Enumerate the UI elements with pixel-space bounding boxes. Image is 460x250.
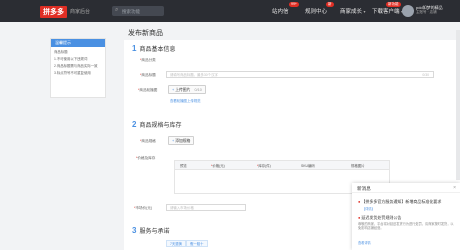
table-header-preview: 预览 — [180, 164, 187, 168]
tip-card-title: 温馨提示 — [51, 39, 105, 47]
pinduoduo-logo[interactable]: 拼多多 — [40, 6, 67, 18]
market-price-input[interactable]: 请输入市场价格 — [166, 204, 246, 211]
nav-rules-center[interactable]: 规则中心 新 — [305, 2, 334, 15]
search-box[interactable]: ⌕ — [112, 6, 164, 16]
plus-icon: + — [172, 88, 175, 92]
market-price-placeholder: 请输入市场价格 — [170, 206, 194, 210]
popup-detail-link[interactable]: 查看详情 — [358, 240, 371, 245]
sku-label: *价格及库存 — [136, 156, 156, 160]
nav-merchant-growth[interactable]: 商家成长 ▾ — [340, 7, 366, 15]
image-label: *商品轮播图 — [138, 88, 158, 92]
rules-new-badge: 新 — [326, 2, 334, 7]
nav-download-client[interactable]: 下载客户端 ▾ 新功能 — [372, 2, 403, 15]
section-spec-stock-title: 2 商品规格与库存 — [132, 120, 181, 129]
category-label: *商品分类 — [140, 58, 156, 62]
section-number: 1 — [132, 44, 137, 53]
popup-title: 新消息 — [352, 183, 460, 193]
add-spec-button[interactable]: +添加规格 — [168, 136, 195, 145]
product-title-input[interactable]: 请填写商品标题，最多30个汉字 0/30 — [166, 71, 434, 78]
tip-item: 2.商品标题需与商品实际一致 — [54, 64, 98, 68]
table-header-spec-image: 规格图片 — [351, 164, 365, 168]
section-basic-info-title: 1 商品基本信息 — [132, 44, 175, 53]
close-icon[interactable]: × — [453, 185, 456, 191]
section-title-text: 商品基本信息 — [139, 47, 176, 53]
nav-rules-label: 规则中心 — [305, 9, 328, 15]
market-price-label: *市场价(元) — [134, 206, 153, 210]
logo-subtitle: 商家后台 — [70, 9, 91, 15]
user-sub: 主账号 · 店铺 — [416, 10, 437, 14]
popup-message-item[interactable]: ●【拼多多官方服务通知】新增商品标准化要求 — [358, 199, 456, 205]
spec-label: *商品规格 — [140, 139, 156, 143]
search-icon: ⌕ — [115, 7, 119, 13]
top-navigation-bar: 拼多多 商家后台 ⌕ 站内信 99+ 规则中心 新 商家成长 ▾ 下载客户端 ▾… — [0, 0, 460, 22]
service-tag[interactable]: 7天退换 — [166, 240, 187, 247]
table-header-stock: *库存(件) — [257, 164, 271, 168]
tip-item: 1.不可使用以下违规词 — [54, 57, 88, 61]
popup-message-desc: 尊敬的商家，平台将对延迟发货行为进行处罚，请商家按时发货，以免影响店铺经营。 — [358, 222, 454, 231]
upload-image-button[interactable]: +上传图片 0/10 — [168, 85, 206, 94]
section-title-text: 服务与承诺 — [139, 229, 170, 235]
section-title-text: 商品规格与库存 — [139, 123, 182, 129]
nav-messages[interactable]: 站内信 99+ — [272, 2, 299, 15]
search-input[interactable] — [122, 7, 162, 15]
popup-message-item[interactable]: ●延迟发货处罚规则公告 — [358, 215, 456, 221]
title-placeholder: 请填写商品标题，最多30个汉字 — [170, 73, 218, 77]
upload-count: 0/10 — [194, 88, 202, 92]
nav-growth-label: 商家成长 — [340, 9, 363, 15]
nav-messages-label: 站内信 — [272, 9, 289, 15]
chevron-down-icon: ▾ — [363, 9, 366, 14]
section-number: 3 — [132, 226, 137, 235]
plus-icon: + — [172, 139, 175, 143]
section-service-title: 3 服务与承诺 — [132, 226, 169, 235]
title-label: *商品标题 — [140, 73, 156, 77]
popup-detail-link[interactable]: 【详情】 — [362, 206, 375, 211]
tip-item: 商品标题 — [54, 50, 68, 54]
messages-count-badge: 99+ — [289, 2, 299, 7]
download-feature-badge: 新功能 — [386, 2, 401, 7]
avatar[interactable] — [402, 5, 414, 17]
title-char-count: 0/30 — [422, 73, 429, 77]
service-tag[interactable]: 假一赔十 — [186, 240, 208, 247]
page-title: 发布新商品 — [128, 30, 163, 37]
right-side-tabs[interactable] — [456, 30, 460, 180]
section-number: 2 — [132, 120, 137, 129]
table-header-sku-code: SKU编码 — [301, 164, 315, 168]
tip-card: 温馨提示 商品标题 1.不可使用以下违规词 2.商品标题需与商品实际一致 3.标… — [50, 38, 106, 98]
table-header-price: *价格(元) — [211, 164, 225, 168]
tip-item: 3.标点符号不可重复使用 — [54, 71, 91, 75]
message-popup: 新消息 × ●【拼多多官方服务通知】新增商品标准化要求 【详情】 ●延迟发货处罚… — [352, 183, 460, 250]
sku-table-header: 预览 *价格(元) *库存(件) SKU编码 规格图片 — [175, 161, 389, 170]
image-spec-link[interactable]: 查看轮播图上传规范 — [170, 98, 201, 103]
nav-download-label: 下载客户端 — [372, 9, 400, 15]
user-info[interactable]: pdd如梦的精品 主账号 · 店铺 — [416, 5, 456, 15]
